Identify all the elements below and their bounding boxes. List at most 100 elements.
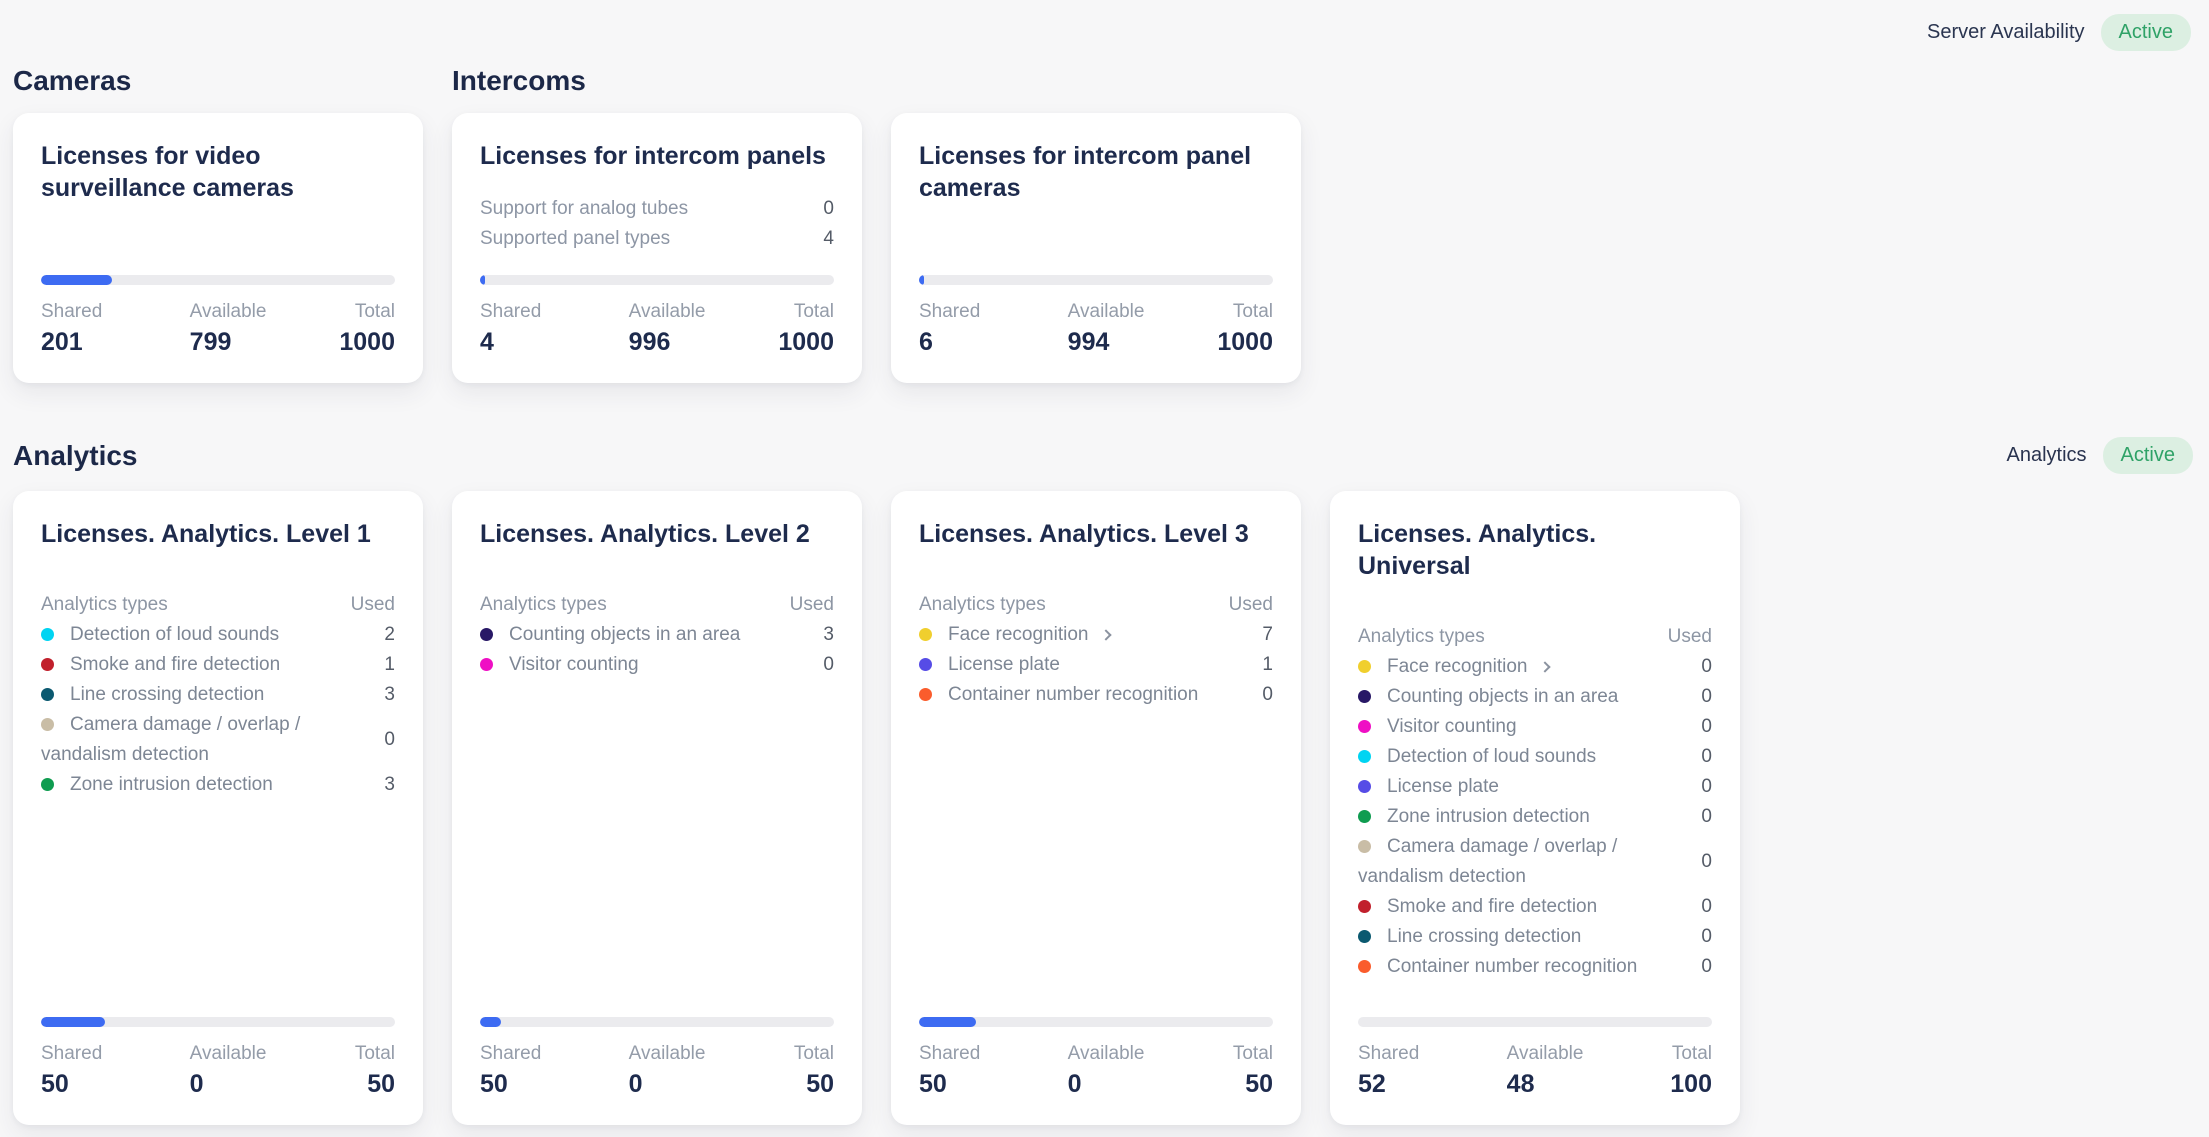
analytics-cards-row: Licenses. Analytics. Level 1 Analytics t… [13,491,2193,1125]
analytics-item-used: 0 [1701,686,1712,708]
available-value: 996 [629,328,779,356]
shared-label: Shared [41,301,190,323]
total-value: 1000 [778,328,834,356]
card-title: Licenses for intercom panel cameras [919,140,1273,204]
license-card-video-surveillance: Licenses for video surveillance cameras … [13,113,423,383]
shared-label: Shared [919,1043,1068,1065]
license-card-analytics-level-2: Licenses. Analytics. Level 2 Analytics t… [452,491,862,1125]
analytics-item-label: License plate [1358,772,1701,802]
available-value: 48 [1507,1070,1671,1098]
available-label: Available [190,1043,355,1065]
card-title: Licenses. Analytics. Level 2 [480,518,834,550]
detail-value: 0 [823,194,834,224]
card-title: Licenses. Analytics. Level 1 [41,518,395,550]
total-label: Total [1217,301,1273,323]
analytics-status-label: Analytics [2007,444,2087,467]
license-card-intercom-panels: Licenses for intercom panels Support for… [452,113,862,383]
shared-value: 6 [919,328,1068,356]
analytics-types-label: Analytics types [41,590,168,620]
progress-bar [480,1017,834,1027]
shared-label: Shared [1358,1043,1507,1065]
analytics-item-used: 0 [1262,684,1273,706]
shared-value: 50 [919,1070,1068,1098]
analytics-item-label: Visitor counting [1358,712,1701,742]
analytics-items: Face recognition0Counting objects in an … [1358,652,1712,982]
analytics-item-label: Container number recognition [1358,952,1701,982]
legend-dot-icon [1358,840,1371,853]
analytics-item-label: Smoke and fire detection [1358,892,1701,922]
analytics-item-used: 3 [823,624,834,646]
available-value: 799 [190,328,340,356]
progress-bar [1358,1017,1712,1027]
analytics-item: Face recognition0 [1358,652,1712,682]
analytics-item-label: Line crossing detection [1358,922,1701,952]
analytics-item: Detection of loud sounds2 [41,620,395,650]
section-intercoms: Intercoms Licenses for intercom panels S… [452,66,1301,383]
analytics-item-label: Face recognition [919,620,1262,650]
legend-dot-icon [1358,900,1371,913]
analytics-item-used: 0 [1701,806,1712,828]
analytics-item-label: Line crossing detection [41,680,384,710]
used-label: Used [1229,590,1273,620]
analytics-item-used: 3 [384,774,395,796]
analytics-items: Face recognition7License plate1Container… [919,620,1273,710]
card-title: Licenses for intercom panels [480,140,834,172]
analytics-status-badge: Active [2103,437,2193,474]
analytics-item-used: 0 [1701,656,1712,678]
shared-label: Shared [919,301,1068,323]
shared-value: 4 [480,328,629,356]
progress-fill [41,275,112,285]
analytics-item-label: Counting objects in an area [1358,682,1701,712]
total-value: 100 [1670,1070,1712,1098]
legend-dot-icon [41,628,54,641]
legend-dot-icon [41,718,54,731]
available-label: Available [1068,301,1218,323]
license-stats: Shared 6 Available 994 Total 1000 [919,301,1273,356]
server-availability-label: Server Availability [1927,21,2084,44]
legend-dot-icon [480,658,493,671]
analytics-item-label: License plate [919,650,1262,680]
total-label: Total [1670,1043,1712,1065]
analytics-item: Camera damage / overlap / vandalism dete… [41,710,395,770]
chevron-right-icon[interactable] [1540,661,1551,672]
license-stats: Shared50 Available0 Total50 [41,1043,395,1098]
total-value: 1000 [1217,328,1273,356]
detail-row: Supported panel types 4 [480,224,834,254]
total-value: 50 [1233,1070,1273,1098]
licenses-page: Cameras Licenses for video surveillance … [0,0,2209,1125]
analytics-item-used: 7 [1262,624,1273,646]
legend-dot-icon [919,628,932,641]
legend-dot-icon [1358,720,1371,733]
detail-label: Supported panel types [480,224,670,254]
analytics-item-label: Smoke and fire detection [41,650,384,680]
total-label: Total [339,301,395,323]
license-card-analytics-level-3: Licenses. Analytics. Level 3 Analytics t… [891,491,1301,1125]
total-value: 50 [355,1070,395,1098]
progress-fill [480,275,485,285]
license-card-analytics-level-1: Licenses. Analytics. Level 1 Analytics t… [13,491,423,1125]
analytics-list-header: Analytics types Used [919,590,1273,620]
legend-dot-icon [1358,930,1371,943]
analytics-item: License plate0 [1358,772,1712,802]
used-label: Used [351,590,395,620]
analytics-item: Counting objects in an area0 [1358,682,1712,712]
available-value: 994 [1068,328,1218,356]
server-availability-status: Server Availability Active [1927,14,2191,51]
shared-value: 50 [41,1070,190,1098]
detail-value: 4 [823,224,834,254]
progress-fill [41,1017,105,1027]
analytics-item-used: 3 [384,684,395,706]
chevron-right-icon[interactable] [1101,629,1112,640]
analytics-item: Visitor counting0 [480,650,834,680]
analytics-item-label: Face recognition [1358,652,1701,682]
total-label: Total [794,1043,834,1065]
analytics-item-used: 0 [1701,851,1712,873]
analytics-types-label: Analytics types [480,590,607,620]
total-value: 50 [794,1070,834,1098]
progress-bar [41,1017,395,1027]
legend-dot-icon [41,658,54,671]
available-label: Available [190,301,340,323]
analytics-item: Smoke and fire detection0 [1358,892,1712,922]
analytics-status: Analytics Active [2007,437,2194,474]
available-value: 0 [629,1070,794,1098]
